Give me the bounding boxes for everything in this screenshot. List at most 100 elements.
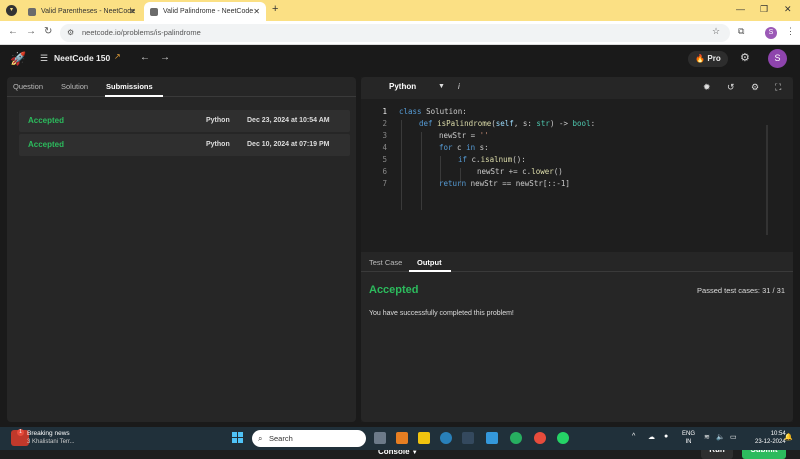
tab-submissions[interactable]: Submissions: [106, 82, 153, 91]
browser-menu-icon[interactable]: ⋮: [786, 26, 795, 37]
rocket-logo-icon[interactable]: 🚀: [10, 51, 26, 67]
submission-language: Python: [206, 141, 230, 148]
user-avatar[interactable]: S: [768, 49, 787, 68]
submission-row[interactable]: Accepted Python Dec 23, 2024 at 10:54 AM: [19, 110, 350, 132]
browser-tab-valid-palindrome[interactable]: Valid Palindrome - NeetCode ✕: [144, 2, 266, 21]
editor-settings-icon[interactable]: ⚙: [751, 82, 759, 93]
reload-icon[interactable]: ↻: [44, 26, 52, 37]
forward-icon[interactable]: →: [26, 26, 36, 37]
language-line2: IN: [685, 439, 692, 445]
file-explorer-icon[interactable]: [418, 432, 430, 444]
code-line: for c in s:: [439, 143, 489, 152]
news-subtitle[interactable]: 3 Khalistani Terr...: [27, 439, 75, 445]
notification-bell-icon[interactable]: 🔔: [784, 433, 793, 441]
app-tray-icon[interactable]: ●: [664, 433, 668, 440]
chevron-down-icon: ▼: [411, 450, 418, 456]
bug-icon[interactable]: ✹: [703, 82, 711, 93]
list-icon[interactable]: ☰: [40, 53, 48, 64]
bookmark-star-icon[interactable]: ☆: [712, 26, 720, 37]
browser-tab-title: Valid Palindrome - NeetCode: [163, 8, 254, 15]
passed-test-cases: Passed test cases: 31 / 31: [697, 286, 785, 295]
cloud-icon[interactable]: ☁: [648, 433, 655, 441]
tab-question[interactable]: Question: [13, 82, 43, 91]
site-info-icon[interactable]: ⚙: [67, 24, 74, 42]
news-title[interactable]: Breaking news: [27, 430, 70, 437]
time: 10:54: [770, 431, 786, 437]
close-tab-icon[interactable]: ✕: [253, 7, 260, 16]
output-tabs: Test Case Output: [361, 252, 793, 272]
line-number: 4: [382, 143, 387, 152]
browser-tab-valid-parentheses[interactable]: Valid Parentheses - NeetCode ✕: [22, 2, 142, 21]
code-type: str: [536, 119, 550, 128]
whatsapp-icon[interactable]: [557, 432, 569, 444]
code-keyword: if: [458, 155, 468, 164]
taskbar: 1 Breaking news 3 Khalistani Terr... ⌕ S…: [0, 427, 800, 450]
taskbar-search[interactable]: ⌕ Search: [252, 430, 366, 447]
code-keyword: return: [439, 179, 467, 188]
windows-start-icon[interactable]: [232, 432, 244, 444]
line-number: 7: [382, 179, 387, 188]
right-panel: Python ▼ i ✹ ↺ ⚙ ⛶ 1 2 3 4 5 6 7 class S…: [361, 77, 793, 459]
volume-icon[interactable]: 🔈: [716, 433, 725, 441]
chevron-down-icon[interactable]: ▼: [438, 83, 445, 90]
next-problem-icon[interactable]: →: [160, 52, 170, 63]
maximize-icon[interactable]: ❐: [760, 4, 768, 15]
copilot-icon[interactable]: [396, 432, 408, 444]
code-keyword: in: [466, 143, 476, 152]
indent-guide: [421, 132, 422, 210]
pro-label: Pro: [707, 54, 721, 63]
close-tab-icon[interactable]: ✕: [129, 7, 136, 16]
task-view-icon[interactable]: [374, 432, 386, 444]
submission-language: Python: [206, 117, 230, 124]
app-icon[interactable]: [510, 432, 522, 444]
url-input[interactable]: ⚙ neetcode.io/problems/is-palindrome: [60, 24, 730, 42]
favicon-icon: [150, 7, 158, 16]
left-panel: Question Solution Submissions Accepted P…: [7, 77, 356, 422]
code-text: newStr == newStr[::-1]: [466, 179, 570, 188]
fullscreen-icon[interactable]: ⛶: [775, 82, 781, 93]
code-string: '': [479, 131, 489, 140]
code-text: ) ->: [549, 119, 573, 128]
language-indicator[interactable]: ENG IN: [682, 430, 695, 446]
new-tab-icon[interactable]: +: [272, 3, 278, 15]
battery-icon[interactable]: ▭: [730, 433, 737, 441]
editor-scrollbar[interactable]: [766, 125, 768, 235]
submission-row[interactable]: Accepted Python Dec 10, 2024 at 07:19 PM: [19, 134, 350, 156]
app-icon[interactable]: [486, 432, 498, 444]
edge-icon[interactable]: [440, 432, 452, 444]
tab-test-case[interactable]: Test Case: [369, 258, 402, 267]
reset-icon[interactable]: ↺: [727, 82, 735, 93]
pro-button[interactable]: 🔥 Pro: [688, 51, 728, 67]
code-param: self: [495, 119, 514, 128]
line-number: 3: [382, 131, 387, 140]
code-text: s:: [475, 143, 489, 152]
close-window-icon[interactable]: ✕: [784, 4, 792, 15]
info-icon[interactable]: i: [458, 82, 460, 91]
problem-list-title[interactable]: NeetCode 150: [54, 53, 110, 63]
settings-gear-icon[interactable]: ⚙: [740, 51, 750, 64]
back-icon[interactable]: ←: [8, 26, 18, 37]
left-tabs: Question Solution Submissions: [7, 77, 356, 97]
code-text: newStr =: [439, 131, 480, 140]
code-keyword: class: [399, 107, 422, 116]
external-link-icon[interactable]: ↗: [114, 52, 121, 61]
show-hidden-icons-icon[interactable]: ^: [632, 433, 635, 440]
store-icon[interactable]: [462, 432, 474, 444]
tab-search-icon[interactable]: ▾: [6, 5, 17, 16]
submission-status: Accepted: [28, 116, 65, 125]
language-select[interactable]: Python: [389, 82, 416, 91]
code-editor[interactable]: 1 2 3 4 5 6 7 class Solution: def isPali…: [361, 100, 793, 235]
browser-tab-title: Valid Parentheses - NeetCode: [41, 8, 136, 15]
tab-output[interactable]: Output: [417, 258, 442, 267]
minimize-icon[interactable]: —: [736, 4, 745, 14]
submission-status: Accepted: [28, 140, 65, 149]
tab-solution[interactable]: Solution: [61, 82, 88, 91]
clock[interactable]: 10:54 23-12-2024: [755, 430, 786, 446]
extensions-icon[interactable]: ⧉: [738, 26, 744, 37]
chrome-icon[interactable]: [534, 432, 546, 444]
wifi-icon[interactable]: ≋: [704, 433, 710, 441]
code-text: newStr += c.: [477, 167, 532, 176]
previous-problem-icon[interactable]: ←: [140, 52, 150, 63]
code-type: bool: [572, 119, 591, 128]
browser-profile-avatar[interactable]: S: [765, 27, 777, 39]
